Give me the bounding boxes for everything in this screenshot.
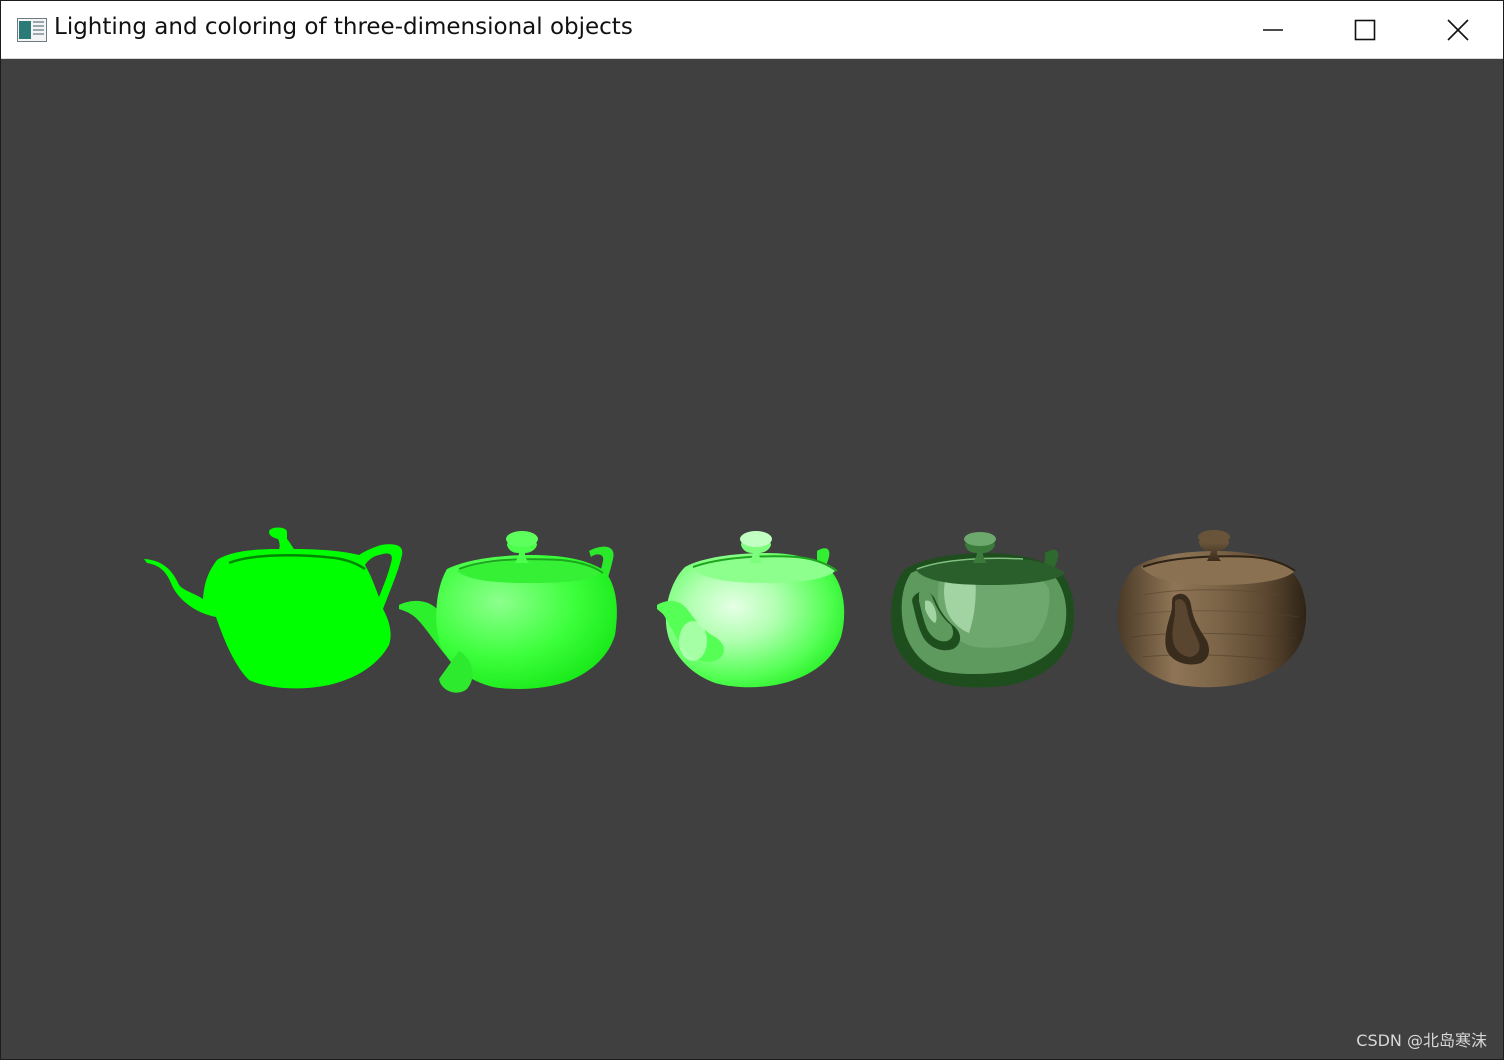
close-icon xyxy=(1447,19,1469,41)
minimize-button[interactable] xyxy=(1226,1,1318,58)
teapot-toon-green xyxy=(890,532,1075,688)
teapot-specular-green xyxy=(657,531,845,688)
minimize-icon xyxy=(1263,29,1283,31)
maximize-icon xyxy=(1354,19,1376,41)
application-window: Lighting and coloring of three-dimension… xyxy=(0,0,1504,1060)
teapot-flat-green xyxy=(144,527,403,689)
window-title: Lighting and coloring of three-dimension… xyxy=(54,14,633,40)
maximize-button[interactable] xyxy=(1318,1,1410,58)
render-viewport[interactable]: CSDN @北岛寒沫 xyxy=(1,59,1503,1059)
close-button[interactable] xyxy=(1411,1,1503,58)
watermark: CSDN @北岛寒沫 xyxy=(1356,1031,1487,1050)
teapot-diffuse-green xyxy=(399,531,617,693)
title-bar[interactable]: Lighting and coloring of three-dimension… xyxy=(1,1,1503,59)
application-window-icon xyxy=(17,18,47,42)
teapot-wood xyxy=(1117,530,1307,688)
